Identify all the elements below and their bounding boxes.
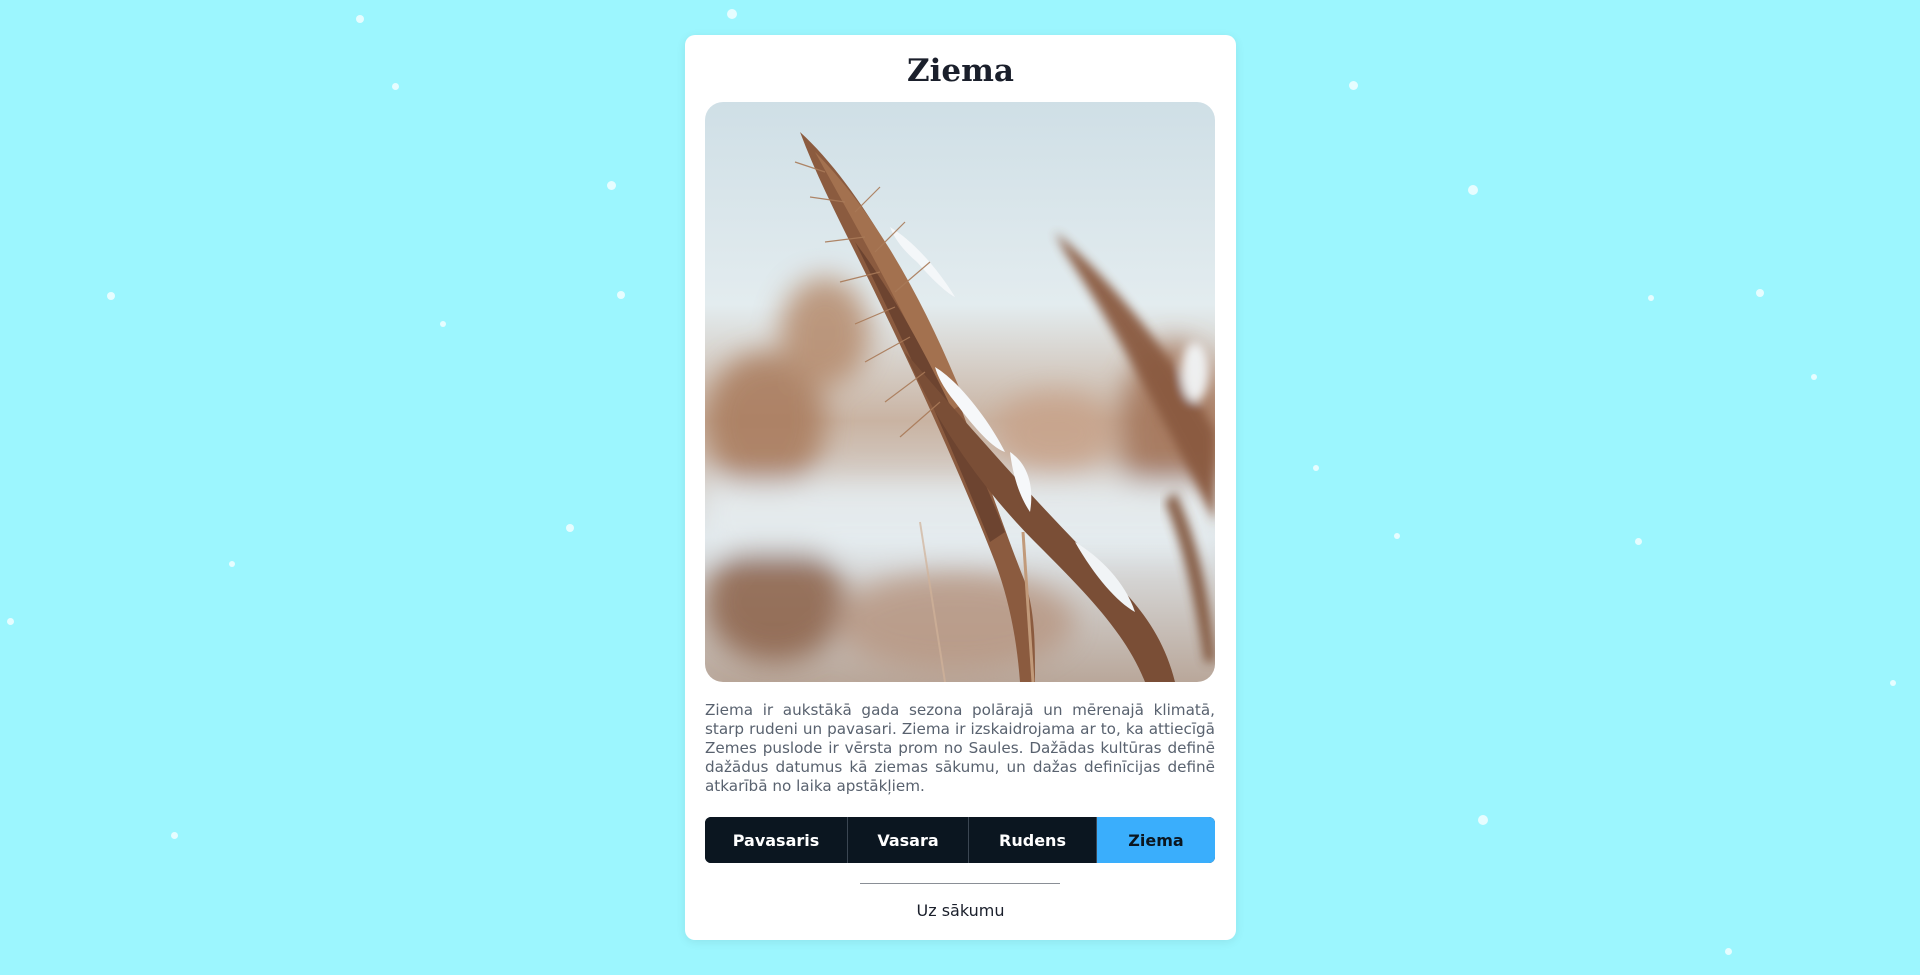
season-tabs: Pavasaris Vasara Rudens Ziema [705,817,1215,863]
home-link[interactable]: Uz sākumu [685,901,1236,920]
snowflake [1725,948,1732,955]
snowflake [356,15,364,23]
season-image [705,102,1215,682]
snowflake [1811,374,1817,380]
tab-pavasaris[interactable]: Pavasaris [705,817,848,863]
snowflake [1313,465,1319,471]
snowflake [1635,538,1642,545]
snowflake [107,292,115,300]
snowflake [607,181,616,190]
snowflake [171,832,178,839]
snowflake [617,291,625,299]
snowflake [229,561,235,567]
snowflake [1890,680,1896,686]
season-card: Ziema Ziema ir aukstākā gada sezona polā… [685,35,1236,940]
tab-ziema[interactable]: Ziema [1097,817,1215,863]
snowflake [1756,289,1764,297]
snowflake [7,618,14,625]
snowy-reed-grass-photo-icon [705,102,1215,682]
snowflake [1349,81,1358,90]
page-title: Ziema [906,53,1015,89]
season-description: Ziema ir aukstākā gada sezona polārajā u… [705,701,1215,795]
snowflake [566,524,574,532]
divider [860,883,1060,884]
snowflake [1478,815,1488,825]
snowflake [392,83,399,90]
tab-rudens[interactable]: Rudens [969,817,1097,863]
snowflake [440,321,446,327]
snowflake [1468,185,1478,195]
snowflake [1394,533,1400,539]
snowflake [1648,295,1654,301]
snowflake [727,9,737,19]
tab-vasara[interactable]: Vasara [848,817,969,863]
